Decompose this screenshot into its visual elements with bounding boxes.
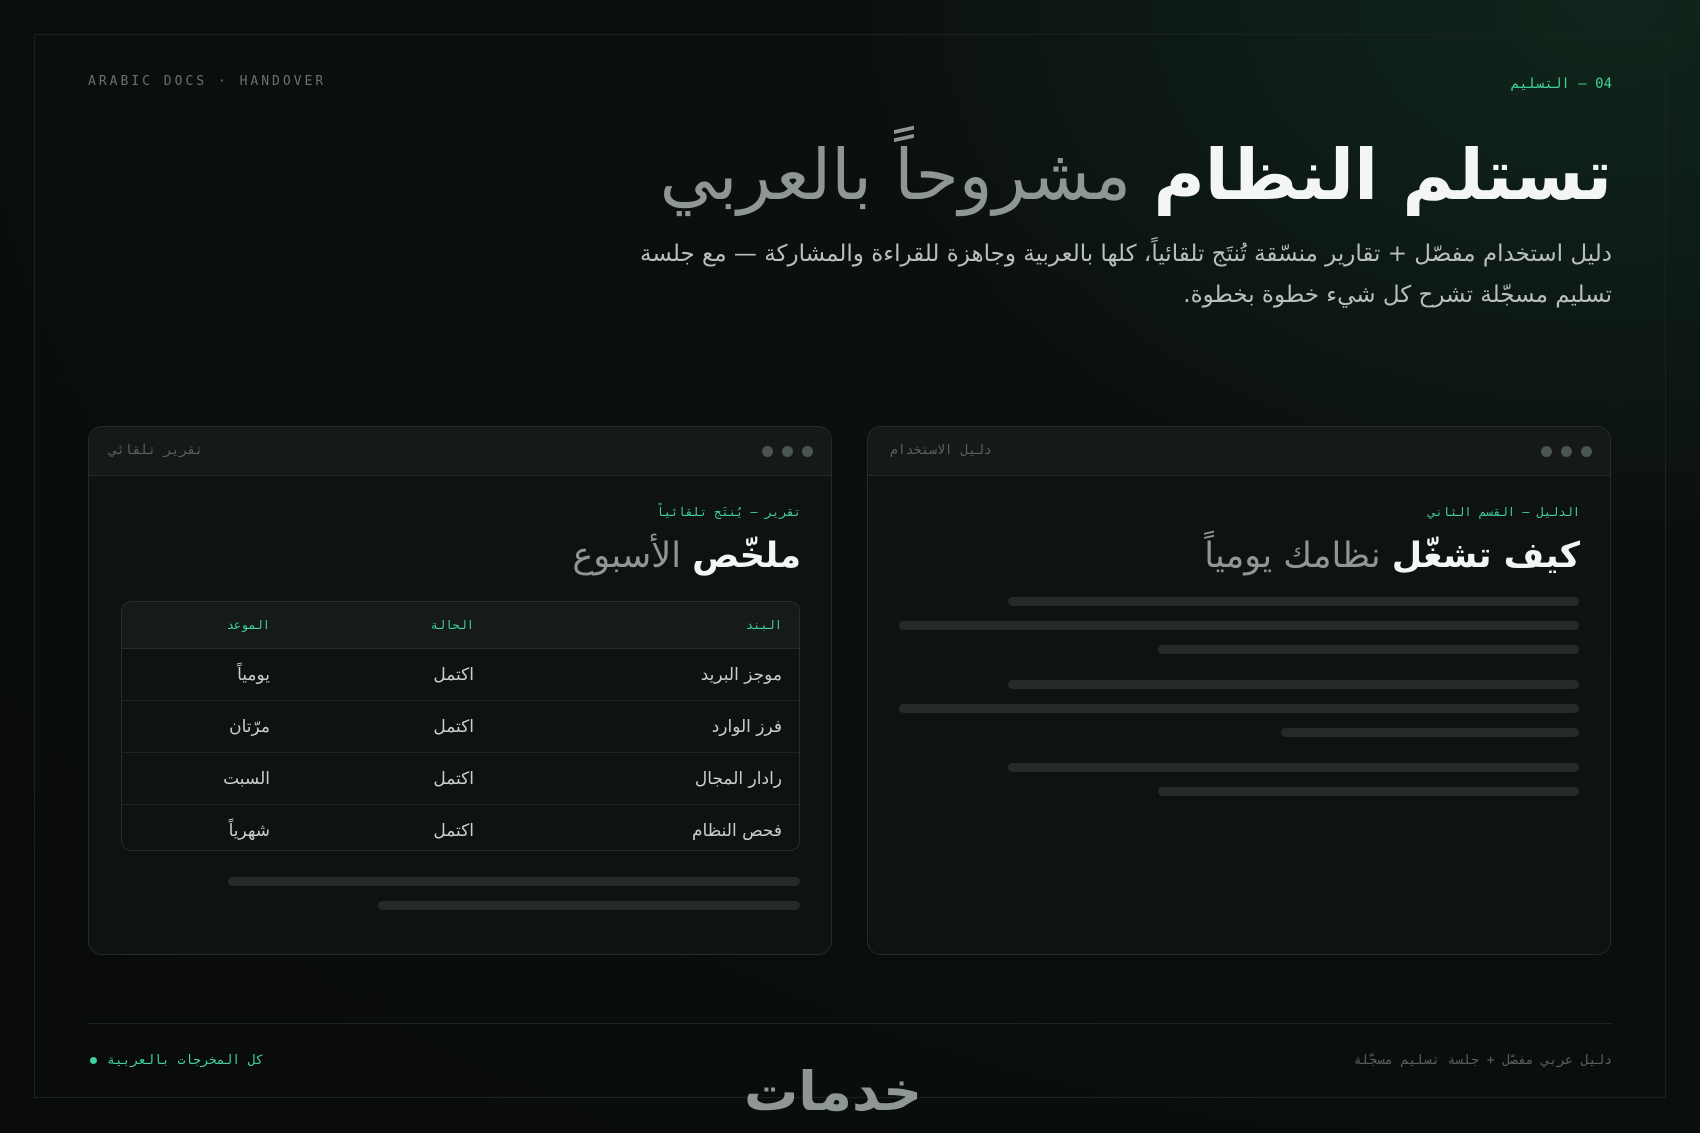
section-number: 04 — التسليم [1510,76,1612,92]
window-controls [762,446,813,457]
footer-note-left: كل المخرجات بالعربية [90,1053,264,1068]
page-subtitle: دليل استخدام مفصّل + تقارير منسّقة تُنتَ… [640,241,1612,308]
window-dot-icon[interactable] [762,446,773,457]
placeholder-line [899,704,1579,713]
title-light: مشروحاً بالعربي [659,134,1132,216]
report-title-bold: ملخّص [692,536,801,576]
report-eyebrow: تقرير — يُنتَج تلقائياً [656,505,802,519]
table-row: فحص النظام اكتمل شهرياً [122,805,799,850]
brand-logo: خدمات [744,1060,924,1123]
report-window: تقرير تلقائي تقرير — يُنتَج تلقائياً ملخ… [88,426,832,955]
placeholder-line [1008,763,1579,772]
cell-schedule: شهرياً [228,821,270,841]
cell-item: فرز الوارد [711,717,782,737]
cell-schedule: السبت [223,769,270,789]
guide-window: دليل الاستخدام الدليل — القسم الثاني كيف… [867,426,1611,955]
cell-status: اكتمل [433,821,474,841]
table-row: رادار المجال اكتمل السبت [122,753,799,805]
footer-note-right: دليل عربي مفصّل + جلسة تسليم مسجّلة [1353,1053,1612,1068]
cell-status: اكتمل [433,717,474,737]
placeholder-line [228,877,800,886]
window-title: تقرير تلقائي [109,443,203,458]
window-dot-icon[interactable] [782,446,793,457]
column-header-item: البند [745,618,782,632]
report-title-light: الأسبوع [572,536,681,576]
cell-schedule: مرّتان [229,717,270,737]
window-controls [1541,446,1592,457]
window-titlebar: تقرير تلقائي [89,427,831,476]
table-header: البند الحالة الموعد [122,602,799,649]
placeholder-line [1158,645,1579,654]
report-title: ملخّص الأسبوع [572,533,801,579]
cell-item: رادار المجال [694,769,782,789]
guide-title: كيف تشغّل نظامك يومياً [1204,533,1580,579]
table-row: موجز البريد اكتمل يومياً [122,649,799,701]
footer-left-text: كل المخرجات بالعربية [107,1053,264,1068]
window-dot-icon[interactable] [1561,446,1572,457]
placeholder-line [1158,787,1579,796]
placeholder-line [1281,728,1579,737]
cell-item: فحص النظام [691,821,782,841]
table-row: فرز الوارد اكتمل مرّتان [122,701,799,753]
column-header-schedule: الموعد [226,618,270,632]
section-tag: ARABIC DOCS · HANDOVER [88,74,327,89]
window-dot-icon[interactable] [1581,446,1592,457]
placeholder-line [899,621,1579,630]
cell-status: اكتمل [433,665,474,685]
footer-divider [88,1023,1612,1024]
placeholder-line [1008,680,1579,689]
title-bold: تستلم النظام [1153,134,1612,216]
cell-status: اكتمل [433,769,474,789]
page-title: تستلم النظام مشروحاً بالعربي [660,130,1612,220]
guide-title-light: نظامك يومياً [1204,536,1381,576]
guide-eyebrow: الدليل — القسم الثاني [1428,505,1580,519]
placeholder-line [1008,597,1579,606]
window-titlebar: دليل الاستخدام [868,427,1610,476]
status-dot-icon [90,1057,97,1064]
column-header-status: الحالة [430,618,474,632]
window-title: دليل الاستخدام [890,443,992,458]
window-dot-icon[interactable] [802,446,813,457]
cell-item: موجز البريد [700,665,782,685]
cell-schedule: يومياً [237,665,270,685]
report-table: البند الحالة الموعد موجز البريد اكتمل يو… [121,601,800,851]
placeholder-line [378,901,800,910]
window-dot-icon[interactable] [1541,446,1552,457]
guide-title-bold: كيف تشغّل [1391,536,1580,576]
